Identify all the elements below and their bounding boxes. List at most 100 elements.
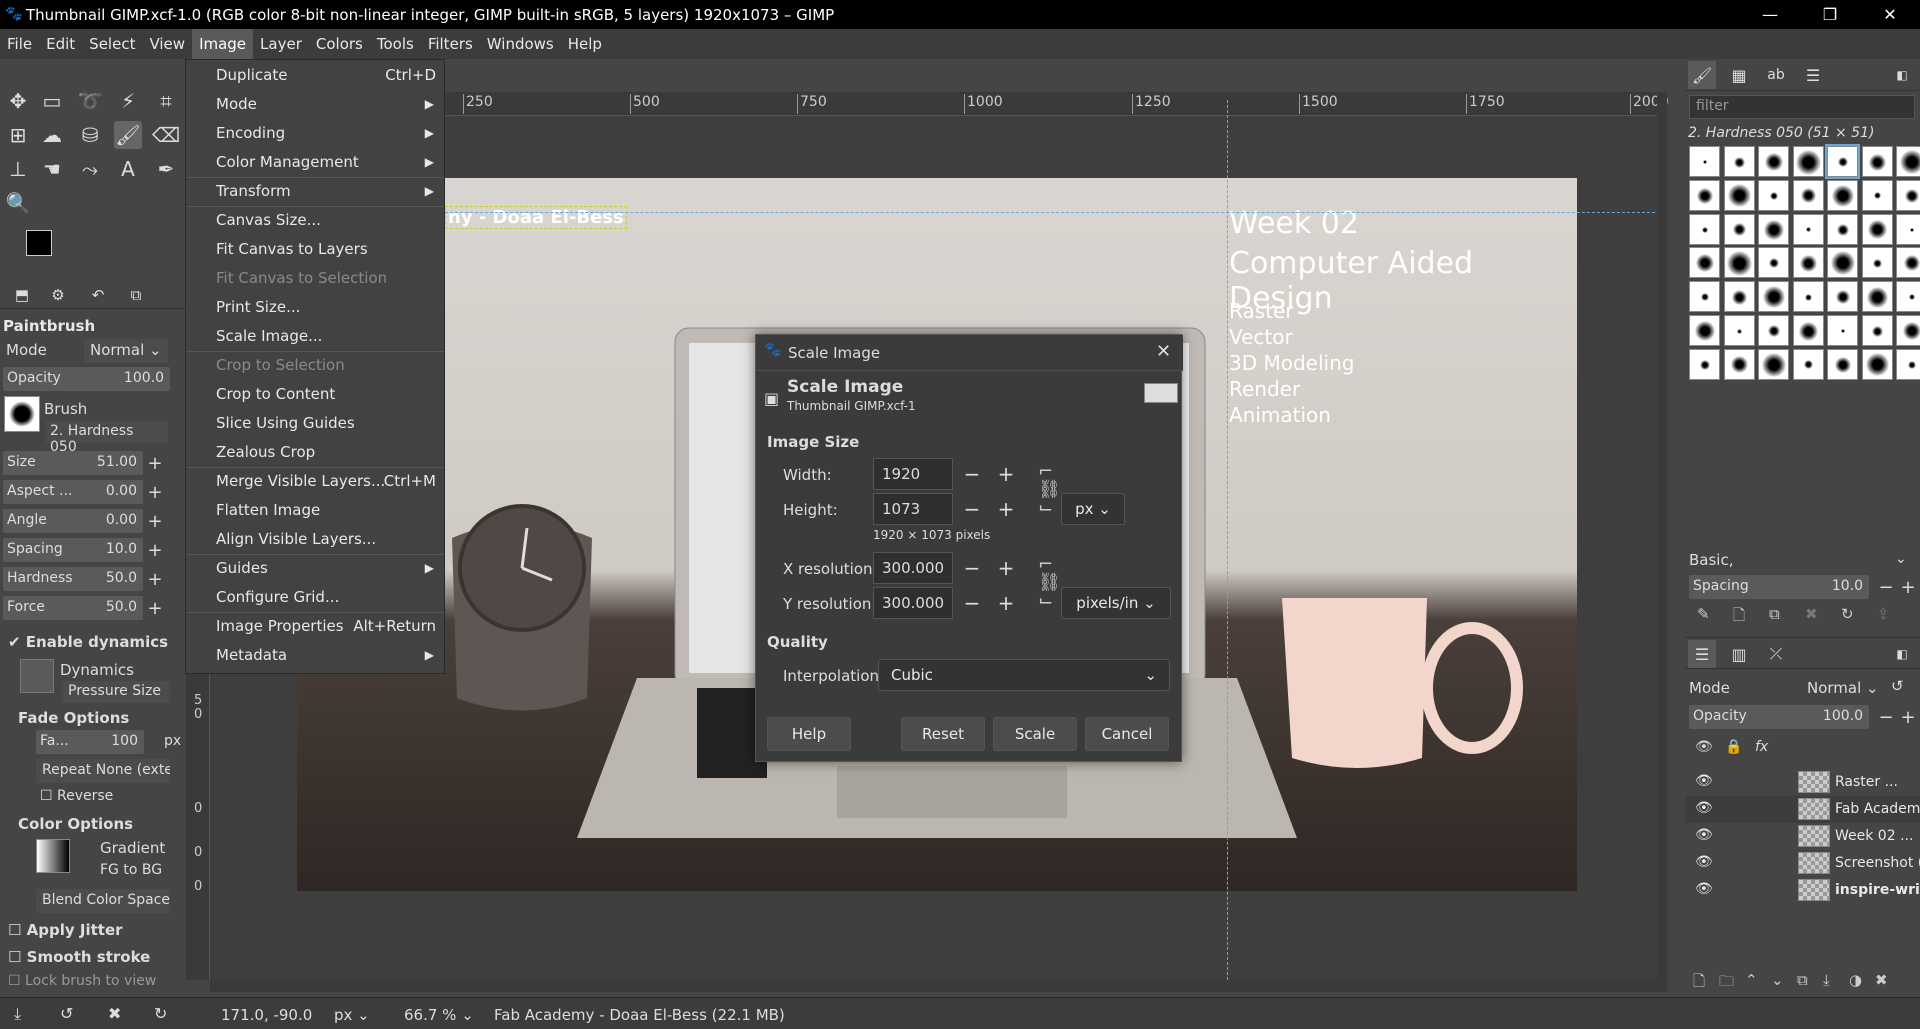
opacity-slider[interactable]: Opacity 100.0: [3, 367, 170, 391]
menu-view[interactable]: View: [142, 29, 192, 59]
blend-dropdown[interactable]: Blend Color Space P...: [36, 889, 170, 913]
brush-thumbnail[interactable]: [1689, 348, 1720, 380]
brush-thumbnail[interactable]: [1896, 146, 1920, 177]
cancel-button[interactable]: Cancel: [1085, 717, 1169, 751]
xres-input[interactable]: 300.000: [873, 552, 953, 584]
fonts-tab-icon[interactable]: ab: [1762, 61, 1790, 89]
eye-icon[interactable]: 👁: [1695, 827, 1713, 843]
vertical-scrollbar[interactable]: [1657, 92, 1667, 980]
brush-thumbnail[interactable]: [1758, 179, 1789, 211]
delete-layer-icon[interactable]: ✖: [1875, 971, 1888, 989]
brush-thumbnail[interactable]: [1689, 247, 1720, 279]
eraser-icon[interactable]: ⌫: [152, 121, 180, 149]
brush-thumbnail[interactable]: [1792, 281, 1824, 313]
yres-decrease-button[interactable]: −: [956, 587, 988, 619]
patterns-tab-icon[interactable]: ▦: [1725, 61, 1753, 89]
menu-filters[interactable]: Filters: [421, 29, 480, 59]
menu-image[interactable]: Image: [192, 29, 254, 59]
layer-row[interactable]: 👁 inspire-writ: [1685, 877, 1920, 904]
brush-thumbnail[interactable]: [1792, 146, 1824, 177]
duplicate-brush-icon[interactable]: ⧉: [1769, 605, 1780, 623]
brush-thumbnail[interactable]: [1861, 146, 1893, 177]
chain-link-icon[interactable]: ⌐ ⛓ ⌙: [1038, 463, 1061, 517]
menu-file[interactable]: File: [0, 29, 39, 59]
image-menu-item[interactable]: Guides ▶: [186, 554, 444, 583]
brush-thumbnail[interactable]: [1758, 247, 1789, 279]
size-increase-button[interactable]: +: [144, 451, 166, 475]
image-menu-item[interactable]: Fit Canvas to Layers: [186, 235, 444, 264]
layers-tab-icon[interactable]: ☰: [1688, 640, 1716, 668]
color-options-header[interactable]: Color Options: [18, 815, 133, 833]
yres-input[interactable]: 300.000: [873, 587, 953, 619]
fade-options-header[interactable]: Fade Options: [18, 709, 129, 727]
spacing-increase-button[interactable]: +: [144, 538, 166, 562]
layer-mode-dropdown[interactable]: Normal ⌄: [1801, 677, 1891, 701]
height-decrease-button[interactable]: −: [956, 493, 988, 525]
text-tool-icon[interactable]: A: [114, 155, 142, 183]
brush-grid[interactable]: [1689, 144, 1920, 484]
image-menu-item[interactable]: Align Visible Layers...: [186, 525, 444, 554]
brush-thumbnail[interactable]: [1723, 213, 1755, 245]
eye-icon[interactable]: 👁: [1695, 881, 1713, 897]
brush-thumbnail[interactable]: [1758, 146, 1789, 177]
rect-select-icon[interactable]: ▭: [38, 87, 66, 115]
brush-thumbnail[interactable]: [1827, 315, 1858, 346]
brush-thumbnail[interactable]: [1758, 348, 1789, 380]
menu-tools[interactable]: Tools: [370, 29, 421, 59]
image-menu-item[interactable]: Zealous Crop: [186, 438, 444, 467]
brush-thumbnail[interactable]: [1792, 179, 1824, 211]
fade-length-slider[interactable]: Fa... 100: [36, 730, 144, 754]
brush-filter-input[interactable]: filter: [1689, 95, 1915, 119]
merge-layer-icon[interactable]: ⤓: [1823, 971, 1830, 989]
angle-increase-button[interactable]: +: [144, 509, 166, 533]
force-slider[interactable]: Force 50.0: [3, 596, 143, 620]
fuzzy-select-icon[interactable]: ⚡: [114, 87, 142, 115]
brush-thumbnail[interactable]: [1896, 247, 1920, 279]
layer-opacity-increase[interactable]: +: [1897, 705, 1919, 729]
image-menu-item[interactable]: Print Size...: [186, 293, 444, 322]
edit-brush-icon[interactable]: ✎: [1697, 605, 1710, 623]
brush-thumbnail[interactable]: [1689, 213, 1720, 245]
dialog-close-icon[interactable]: ✕: [1156, 341, 1171, 362]
enable-dynamics-checkbox[interactable]: ✔ Enable dynamics: [8, 633, 168, 651]
reverse-checkbox[interactable]: ☐ Reverse: [40, 788, 113, 804]
brush-thumbnail[interactable]: [1861, 315, 1893, 346]
save-tool-preset-icon[interactable]: ⤓: [14, 1004, 21, 1024]
brush-thumbnail[interactable]: [1758, 315, 1789, 346]
device-status-icon[interactable]: ⚙: [44, 281, 72, 309]
zoom-selector[interactable]: 66.7 % ⌄: [404, 1006, 474, 1024]
image-menu-item[interactable]: Encoding ▶: [186, 119, 444, 148]
menu-select[interactable]: Select: [82, 29, 142, 59]
image-menu-item[interactable]: Merge Visible Layers... Ctrl+M: [186, 467, 444, 496]
image-menu-item[interactable]: Scale Image...: [186, 322, 444, 351]
interpolation-dropdown[interactable]: Cubic ⌄: [878, 659, 1170, 691]
gradient-name[interactable]: FG to BG: [100, 862, 170, 882]
brush-thumbnail[interactable]: [1792, 247, 1824, 279]
unified-transform-icon[interactable]: ⊞: [4, 121, 32, 149]
repeat-dropdown[interactable]: Repeat None (extend): [36, 759, 170, 783]
raise-layer-icon[interactable]: ⌃: [1745, 971, 1758, 989]
scale-button[interactable]: Scale: [993, 717, 1077, 751]
brush-preview[interactable]: [4, 396, 40, 432]
size-slider[interactable]: Size 51.00: [3, 451, 143, 475]
brush-thumbnail[interactable]: [1723, 247, 1755, 279]
restore-button[interactable]: ❐: [1800, 0, 1860, 29]
layer-row[interactable]: 👁 Screenshot (: [1685, 850, 1920, 877]
width-decrease-button[interactable]: −: [956, 458, 988, 490]
guide-vertical[interactable]: [1227, 100, 1228, 980]
help-button[interactable]: Help: [767, 717, 851, 751]
brush-thumbnail[interactable]: [1689, 281, 1720, 313]
brush-thumbnail[interactable]: [1827, 247, 1858, 279]
visibility-header-icon[interactable]: 👁: [1695, 739, 1713, 755]
brushes-tab-icon[interactable]: 🖌: [1688, 61, 1716, 89]
brush-thumbnail[interactable]: [1896, 348, 1920, 380]
apply-jitter-checkbox[interactable]: ☐ Apply Jitter: [8, 921, 123, 939]
layer-row[interactable]: 👁 Raster ...: [1685, 769, 1920, 796]
angle-slider[interactable]: Angle 0.00: [3, 509, 143, 533]
menu-help[interactable]: Help: [561, 29, 609, 59]
brush-thumbnail[interactable]: [1825, 144, 1860, 179]
layer-opacity-slider[interactable]: Opacity 100.0: [1689, 705, 1869, 729]
brush-spacing-increase[interactable]: +: [1897, 575, 1919, 599]
effects-icon[interactable]: fx: [1755, 739, 1768, 755]
warp-icon[interactable]: ☁: [38, 121, 66, 149]
